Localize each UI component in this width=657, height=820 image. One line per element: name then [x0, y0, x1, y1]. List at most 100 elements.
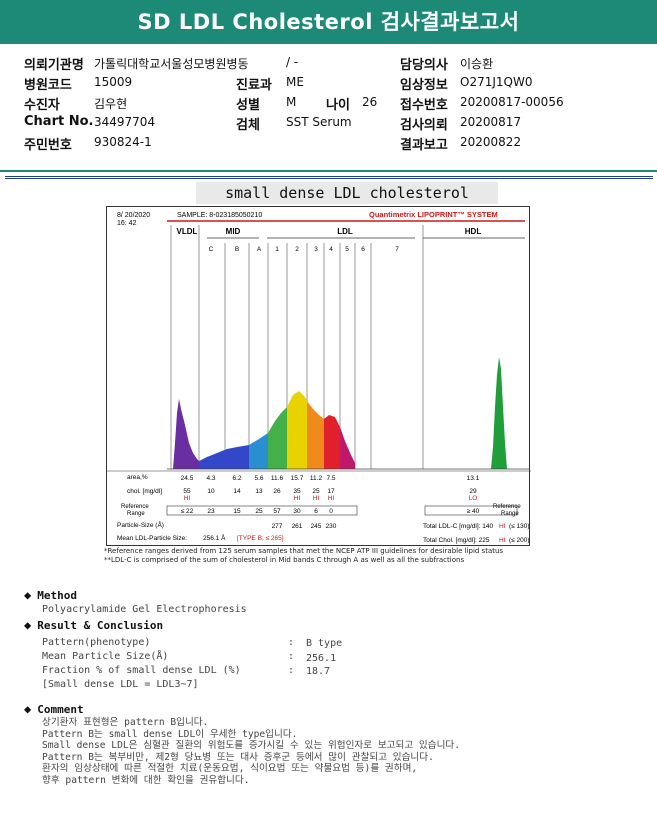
chol-value: 35: [293, 488, 301, 495]
group-label-hdl: HDL: [465, 227, 482, 236]
area-value: 11.2: [310, 475, 323, 482]
band-label-6: 6: [361, 246, 365, 253]
hospital-code-label: 병원코드: [24, 78, 72, 93]
flag-value: HI: [294, 495, 301, 502]
flag-value: HI: [328, 495, 335, 502]
dept-label: 진료과: [236, 78, 272, 93]
sex-value: M: [286, 95, 297, 109]
result-colon: :: [288, 651, 295, 662]
row-label-range: Range: [127, 511, 145, 517]
ldl-band-a: [249, 433, 268, 469]
total-chol-label: Total Chol. [mg/dl]: 225: [423, 537, 490, 544]
dept-value: ME: [286, 75, 304, 89]
hdl-peak: [491, 357, 507, 469]
comment-line: Pattern B는 복부비만, 제2형 당뇨병 또는 대사 증후군 등에서 많…: [42, 751, 434, 763]
row-label-ref-right: Reference: [493, 504, 521, 510]
method-text: Polyacrylamide Gel Electrophoresis: [42, 604, 247, 615]
chart-no-value: 34497704: [94, 115, 156, 129]
comment-line: 향후 pattern 변화에 대한 확인을 권유합니다.: [42, 774, 250, 786]
total-ldl-flag: HI: [499, 523, 506, 530]
band-label-5: 5: [345, 246, 349, 253]
chol-value: 13: [255, 488, 263, 495]
diamond-bullet-icon: ◆: [24, 618, 32, 632]
total-chol-ref: (≤ 200): [509, 537, 530, 544]
comment-heading: ◆ Comment: [24, 702, 84, 716]
row-label-chol: chol. [mg/dl]: [127, 488, 162, 495]
report-date-label: 결과보고: [400, 138, 448, 153]
size-value: 277: [272, 523, 283, 530]
mid-region: [199, 445, 249, 469]
flag-value: HI: [184, 495, 191, 502]
chol-value: 10: [207, 488, 215, 495]
area-value: 7.5: [326, 475, 335, 482]
chart-no-label: Chart No.: [24, 114, 94, 129]
vldl-peak: [173, 399, 199, 469]
sample-id: SAMPLE: 8-023185050210: [177, 212, 262, 219]
band-label-3: 3: [314, 246, 318, 253]
graph-footnotes: *Reference ranges derived from 125 serum…: [104, 547, 503, 565]
result-value-size: 256.1: [306, 653, 337, 664]
specimen-value: SST Serum: [286, 115, 352, 129]
ldl-band-5: [340, 427, 355, 469]
total-chol-flag: HI: [499, 537, 506, 544]
sex-label: 성별: [236, 98, 260, 113]
ldl-band-4: [324, 415, 340, 469]
institution-label: 의뢰기관명: [24, 58, 84, 73]
chol-value: 14: [233, 488, 241, 495]
size-value: 230: [326, 523, 337, 530]
patient-label: 수진자: [24, 98, 60, 113]
diamond-bullet-icon: ◆: [24, 588, 32, 602]
ref-value: 15: [233, 508, 241, 515]
result-heading: ◆ Result & Conclusion: [24, 618, 164, 632]
ref-value: 25: [255, 508, 263, 515]
hospital-code-value: 15009: [94, 75, 133, 89]
physician-label: 담당의사: [400, 58, 448, 73]
fraction-table: area,% chol. [mg/dl] Reference Range Par…: [107, 470, 531, 544]
group-label-ldl: LDL: [337, 227, 353, 236]
chol-value: 29: [469, 488, 477, 495]
report-title-bar: SD LDL Cholesterol 검사결과보고서: [0, 0, 657, 44]
row-label-mean: Mean LDL-Particle Size:: [117, 535, 187, 542]
footnote-2: **LDL-C is comprised of the sum of chole…: [104, 556, 465, 564]
patient-value: 김우현: [94, 97, 128, 111]
section-divider: [0, 170, 657, 172]
institution-value: 가톨릭대학교서울성모병원병동: [94, 57, 249, 71]
physician-value: 이승환: [460, 57, 494, 71]
clinical-info-label: 임상정보: [400, 78, 448, 93]
row-label-size: Particle-Size (Å): [117, 520, 164, 529]
row-label-range-right: Range: [501, 511, 519, 517]
report-heading: small dense LDL cholesterol: [196, 182, 498, 204]
ref-value: 0: [329, 508, 333, 515]
row-label-ref: Reference: [121, 504, 149, 510]
result-colon: :: [288, 665, 295, 676]
rrn-label: 주민번호: [24, 138, 72, 153]
result-label-size: Mean Particle Size(Å): [42, 651, 169, 662]
lipoprint-graph-panel: 8/ 20/2020 16: 42 SAMPLE: 8-023185050210…: [106, 206, 531, 546]
total-ldl-ref: (≤ 130): [509, 523, 530, 530]
band-label-1: 1: [275, 246, 279, 253]
rrn-value: 930824-1: [94, 135, 152, 149]
chol-value: 17: [327, 488, 335, 495]
ldl-band-2: [287, 391, 307, 469]
comment-text: 상기환자 표현형은 pattern B입니다. Pattern B는 small…: [42, 717, 460, 786]
comment-line: Small dense LDL은 심혈관 질환의 위험도를 증가시킬 수 있는 …: [42, 740, 461, 751]
ref-value: 57: [273, 508, 281, 515]
band-label-a: A: [257, 246, 262, 253]
chol-value: 55: [183, 488, 191, 495]
result-label-fraction: Fraction % of small dense LDL (%): [42, 665, 241, 676]
ref-value: 30: [293, 508, 301, 515]
comment-line: 상기환자 표현형은 pattern B입니다.: [42, 717, 209, 728]
brand-label: Quantimetrix LIPOPRINT™ SYSTEM: [369, 210, 498, 219]
age-label: 나이: [326, 98, 350, 113]
band-label-c: C: [209, 246, 214, 253]
flag-value: HI: [313, 495, 320, 502]
band-label-b: B: [235, 246, 239, 253]
method-heading: ◆ Method: [24, 588, 77, 602]
total-ldl-label: Total LDL-C [mg/dl]: 140: [423, 523, 493, 530]
band-label-2: 2: [295, 246, 299, 253]
specimen-label: 검체: [236, 118, 260, 133]
report-date: 8/ 20/2020: [117, 212, 150, 219]
result-note: [Small dense LDL = LDL3~7]: [42, 679, 199, 690]
request-date-label: 검사의뢰: [400, 118, 448, 133]
lipoprint-chart: 8/ 20/2020 16: 42 SAMPLE: 8-023185050210…: [107, 210, 531, 544]
